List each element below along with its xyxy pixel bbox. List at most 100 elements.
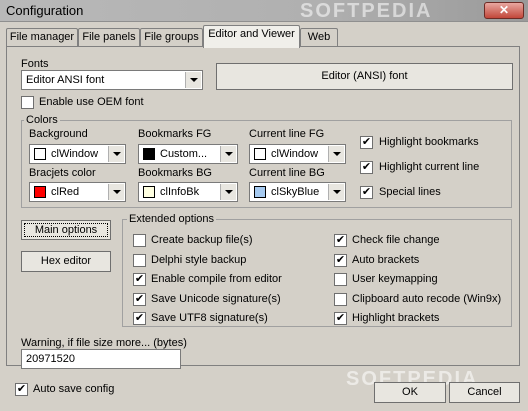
clipboard-recode-label: Clipboard auto recode (Win9x) — [352, 293, 502, 305]
check-icon: ✔ — [134, 312, 145, 324]
ok-button-label: OK — [402, 386, 418, 398]
editor-font-button[interactable]: Editor (ANSI) font — [216, 63, 513, 90]
tab-label: Editor and Viewer — [208, 28, 295, 40]
bookmarks-fg-select[interactable]: Custom... — [138, 144, 238, 164]
color-swatch — [143, 186, 155, 198]
color-swatch — [34, 148, 46, 160]
brackets-color-select[interactable]: clRed — [29, 182, 126, 202]
tab-label: Web — [307, 31, 331, 43]
brackets-color-label: Bracjets color — [29, 167, 96, 179]
delphi-backup-label: Delphi style backup — [151, 254, 247, 266]
chevron-down-icon[interactable] — [185, 72, 201, 88]
chevron-down-icon[interactable] — [108, 184, 124, 200]
cancel-button[interactable]: Cancel — [449, 382, 520, 403]
bookmarks-fg-label: Bookmarks FG — [138, 128, 212, 140]
hex-editor-button[interactable]: Hex editor — [21, 251, 111, 272]
save-utf8-label: Save UTF8 signature(s) — [151, 312, 268, 324]
tab-label: File manager — [9, 31, 75, 43]
check-icon: ✔ — [134, 293, 145, 305]
color-swatch — [254, 186, 266, 198]
window-title: Configuration — [6, 3, 84, 18]
tab-file-manager[interactable]: File manager — [6, 28, 78, 47]
font-select[interactable]: Editor ANSI font — [21, 70, 203, 90]
special-lines-label: Special lines — [379, 186, 441, 198]
check-icon: ✔ — [16, 383, 27, 395]
create-backup-label: Create backup file(s) — [151, 234, 253, 246]
current-line-fg-value: clWindow — [271, 148, 319, 160]
clipboard-recode-checkbox[interactable] — [334, 293, 347, 306]
editor-font-button-label: Editor (ANSI) font — [321, 70, 408, 82]
tab-web[interactable]: Web — [300, 28, 338, 47]
title-bar[interactable]: Configuration SOFTPEDIA ✕ — [0, 0, 528, 22]
extended-options-label: Extended options — [127, 213, 217, 225]
chevron-down-icon[interactable] — [328, 146, 344, 162]
check-icon: ✔ — [361, 186, 372, 198]
fonts-label: Fonts — [21, 58, 49, 70]
current-line-bg-label: Current line BG — [249, 167, 325, 179]
chevron-down-icon[interactable] — [220, 146, 236, 162]
delphi-backup-checkbox[interactable] — [133, 254, 146, 267]
file-size-warning-input[interactable]: 20971520 — [21, 349, 181, 369]
font-select-value: Editor ANSI font — [26, 74, 105, 86]
colors-group-label: Colors — [24, 114, 60, 126]
user-keymapping-label: User keymapping — [352, 273, 438, 285]
bookmarks-bg-select[interactable]: clInfoBk — [138, 182, 238, 202]
background-color-value: clWindow — [51, 148, 99, 160]
enable-compile-checkbox[interactable]: ✔ — [133, 273, 146, 286]
save-unicode-checkbox[interactable]: ✔ — [133, 293, 146, 306]
chevron-down-icon[interactable] — [108, 146, 124, 162]
user-keymapping-checkbox[interactable] — [334, 273, 347, 286]
check-file-change-label: Check file change — [352, 234, 440, 246]
highlight-bookmarks-label: Highlight bookmarks — [379, 136, 479, 148]
auto-brackets-label: Auto brackets — [352, 254, 420, 266]
highlight-brackets-label: Highlight brackets — [352, 312, 440, 324]
bookmarks-fg-value: Custom... — [160, 148, 208, 160]
extended-options-group: Extended options Create backup file(s) D… — [122, 213, 512, 327]
oem-font-checkbox[interactable] — [21, 96, 34, 109]
cancel-button-label: Cancel — [467, 386, 502, 398]
check-file-change-checkbox[interactable]: ✔ — [334, 234, 347, 247]
current-line-fg-label: Current line FG — [249, 128, 325, 140]
highlight-brackets-checkbox[interactable]: ✔ — [334, 312, 347, 325]
check-icon: ✔ — [134, 273, 145, 285]
tab-editor-and-viewer[interactable]: Editor and Viewer — [203, 25, 300, 48]
chevron-down-icon[interactable] — [220, 184, 236, 200]
colors-group: Colors Background clWindow Bookmarks FG … — [21, 114, 512, 208]
highlight-current-line-checkbox[interactable]: ✔ — [360, 161, 373, 174]
current-line-fg-select[interactable]: clWindow — [249, 144, 346, 164]
close-button[interactable]: ✕ — [484, 2, 524, 19]
tab-file-panels[interactable]: File panels — [78, 28, 140, 47]
check-icon: ✔ — [361, 161, 372, 173]
auto-save-config-checkbox[interactable]: ✔ — [15, 383, 28, 396]
bookmarks-bg-label: Bookmarks BG — [138, 167, 212, 179]
color-swatch — [254, 148, 266, 160]
check-icon: ✔ — [335, 234, 346, 246]
tab-file-groups[interactable]: File groups — [140, 28, 203, 47]
save-utf8-checkbox[interactable]: ✔ — [133, 312, 146, 325]
watermark: SOFTPEDIA — [300, 0, 433, 22]
highlight-current-line-label: Highlight current line — [379, 161, 480, 173]
background-label: Background — [29, 128, 88, 140]
color-swatch — [143, 148, 155, 160]
check-icon: ✔ — [335, 254, 346, 266]
background-color-select[interactable]: clWindow — [29, 144, 126, 164]
tab-label: File panels — [82, 31, 136, 43]
main-options-button[interactable]: Main options — [21, 220, 111, 240]
current-line-bg-select[interactable]: clSkyBlue — [249, 182, 346, 202]
create-backup-checkbox[interactable] — [133, 234, 146, 247]
configuration-window: Configuration SOFTPEDIA ✕ File manager F… — [0, 0, 528, 411]
current-line-bg-value: clSkyBlue — [271, 186, 320, 198]
ok-button[interactable]: OK — [374, 382, 446, 403]
auto-brackets-checkbox[interactable]: ✔ — [334, 254, 347, 267]
chevron-down-icon[interactable] — [328, 184, 344, 200]
hex-editor-label: Hex editor — [40, 255, 92, 267]
special-lines-checkbox[interactable]: ✔ — [360, 186, 373, 199]
check-icon: ✔ — [361, 136, 372, 148]
oem-font-label: Enable use OEM font — [39, 96, 144, 108]
main-options-label: Main options — [34, 224, 98, 236]
bookmarks-bg-value: clInfoBk — [160, 186, 200, 198]
editor-viewer-panel: Fonts Editor ANSI font Editor (ANSI) fon… — [6, 46, 520, 369]
enable-compile-label: Enable compile from editor — [151, 273, 282, 285]
highlight-bookmarks-checkbox[interactable]: ✔ — [360, 136, 373, 149]
file-size-warning-label: Warning, if file size more... (bytes) — [21, 337, 187, 349]
